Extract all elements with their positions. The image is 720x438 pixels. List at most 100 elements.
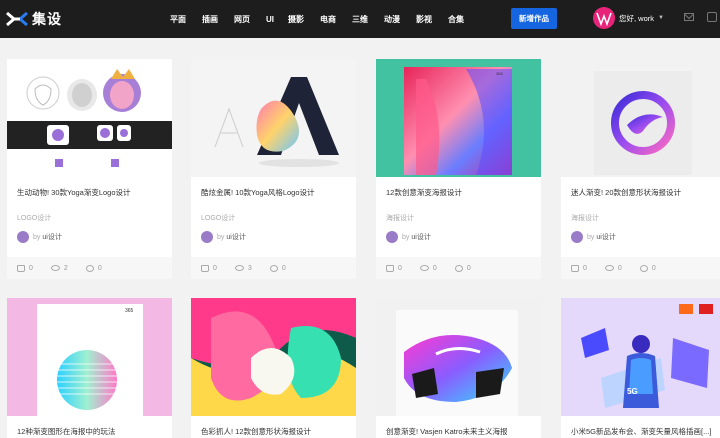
badge-5g-text: 5G: [627, 387, 638, 396]
comment-count[interactable]: 0: [85, 264, 102, 272]
work-card[interactable]: 迷人渐变! 20款创意形状海报设计 海报设计 by ui设计 0 0 0: [561, 59, 720, 279]
site-logo[interactable]: 集设: [6, 9, 62, 29]
like-count[interactable]: 0: [386, 264, 402, 272]
author-by-label: by: [217, 233, 225, 241]
card-title[interactable]: 色彩抓人! 12款创意形状海报设计: [201, 426, 311, 437]
nav-item-ecommerce[interactable]: 电商: [320, 14, 336, 25]
card-title[interactable]: 生动动物! 30款Yoga渐变Logo设计: [17, 187, 131, 198]
thumbnail-image: [396, 310, 518, 416]
upload-work-button[interactable]: 新增作品: [511, 8, 557, 29]
mail-icon[interactable]: [684, 13, 694, 21]
card-author[interactable]: by ui设计: [201, 231, 246, 243]
eye-icon: [419, 265, 429, 271]
view-count: 2: [50, 264, 68, 272]
work-card[interactable]: 5G 小米5G新品发布会、渐变矢量风格插画[...]: [561, 298, 720, 438]
nav-item-web[interactable]: 网页: [234, 14, 250, 25]
author-avatar: [17, 231, 29, 243]
card-thumbnail[interactable]: [191, 59, 356, 177]
thumbnail-image: [7, 69, 172, 177]
author-name[interactable]: ui设计: [411, 232, 430, 242]
like-count-value: 0: [29, 264, 33, 272]
poster-365-text: 365: [125, 308, 134, 314]
like-count[interactable]: 0: [17, 264, 33, 272]
main-nav: 平面 插画 网页 UI 摄影 电商 三维 动漫 影视 合集: [170, 0, 480, 38]
eye-icon: [234, 265, 244, 271]
nav-item-ui[interactable]: UI: [266, 15, 274, 24]
like-count[interactable]: 0: [571, 264, 587, 272]
work-card[interactable]: 365 12款创意渐变海报设计 海报设计 by ui设计 0 0 0: [376, 59, 541, 279]
comment-count-value: 0: [466, 264, 471, 272]
card-title[interactable]: 小米5G新品发布会、渐变矢量风格插画[...]: [571, 426, 711, 437]
view-count-value: 0: [617, 264, 622, 272]
thumbnail-image: [594, 71, 692, 175]
card-thumbnail[interactable]: [191, 298, 356, 416]
view-count-value: 3: [247, 264, 252, 272]
view-count-value: 0: [432, 264, 437, 272]
work-card[interactable]: 创意渐变! Vasjen Katro未来主义海报: [376, 298, 541, 438]
view-count: 3: [234, 264, 252, 272]
comment-icon: [269, 264, 278, 272]
card-thumbnail[interactable]: 365: [376, 59, 541, 177]
nav-item-graphic[interactable]: 平面: [170, 14, 186, 25]
comment-icon: [85, 264, 94, 272]
notification-icon[interactable]: [707, 12, 717, 22]
author-avatar: [571, 231, 583, 243]
card-thumbnail[interactable]: 5G: [561, 298, 720, 416]
thumbnail-image: 5G: [561, 298, 720, 416]
card-author[interactable]: by ui设计: [17, 231, 62, 243]
work-card[interactable]: 色彩抓人! 12款创意形状海报设计: [191, 298, 356, 438]
card-title[interactable]: 酷炫金属! 10款Yoga风格Logo设计: [201, 187, 315, 198]
card-title[interactable]: 12款创意渐变海报设计: [386, 187, 462, 198]
nav-item-animation[interactable]: 动漫: [384, 14, 400, 25]
eye-icon: [604, 265, 614, 271]
comment-count[interactable]: 0: [269, 264, 286, 272]
avatar-w-icon: [596, 12, 612, 27]
card-stats: 0 3 0: [191, 257, 356, 279]
comment-count[interactable]: 0: [639, 264, 656, 272]
author-name[interactable]: ui设计: [42, 232, 61, 242]
author-avatar: [386, 231, 398, 243]
author-avatar: [201, 231, 213, 243]
logo-text: 集设: [32, 11, 62, 27]
work-card[interactable]: 酷炫金属! 10款Yoga风格Logo设计 LOGO设计 by ui设计 0 3…: [191, 59, 356, 279]
comment-icon: [639, 264, 648, 272]
card-title[interactable]: 迷人渐变! 20款创意形状海报设计: [571, 187, 681, 198]
view-count-value: 2: [63, 264, 68, 272]
thumbs-up-icon: [17, 264, 25, 272]
comment-icon: [454, 264, 463, 272]
work-card[interactable]: 365 12种渐变图形在海报中的玩法: [7, 298, 172, 438]
card-author[interactable]: by ui设计: [571, 231, 616, 243]
nav-item-illustration[interactable]: 插画: [202, 14, 218, 25]
card-thumbnail[interactable]: [7, 59, 172, 177]
nav-item-photo[interactable]: 摄影: [288, 14, 304, 25]
card-title[interactable]: 创意渐变! Vasjen Katro未来主义海报: [386, 426, 508, 437]
nav-item-collection[interactable]: 合集: [448, 14, 464, 25]
card-stats: 0 0 0: [561, 257, 720, 279]
card-tag[interactable]: 海报设计: [571, 213, 599, 223]
thumbnail-image: [191, 298, 356, 416]
comment-count[interactable]: 0: [454, 264, 471, 272]
nav-item-3d[interactable]: 三维: [352, 14, 368, 25]
card-tag[interactable]: LOGO设计: [201, 213, 235, 223]
like-count-value: 0: [583, 264, 587, 272]
view-count: 0: [604, 264, 622, 272]
card-thumbnail[interactable]: 365: [7, 298, 172, 416]
thumbnail-image: [214, 77, 339, 167]
card-stats: 0 2 0: [7, 257, 172, 279]
logo-mark-icon: [6, 11, 28, 27]
author-name[interactable]: ui设计: [596, 232, 615, 242]
user-avatar[interactable]: [593, 7, 615, 29]
comment-count-value: 0: [97, 264, 102, 272]
card-tag[interactable]: LOGO设计: [17, 213, 51, 223]
card-thumbnail[interactable]: [376, 298, 541, 416]
card-title[interactable]: 12种渐变图形在海报中的玩法: [17, 426, 115, 437]
work-card[interactable]: 生动动物! 30款Yoga渐变Logo设计 LOGO设计 by ui设计 0 2…: [7, 59, 172, 279]
user-menu[interactable]: 您好, work ▼: [593, 6, 664, 30]
like-count[interactable]: 0: [201, 264, 217, 272]
card-author[interactable]: by ui设计: [386, 231, 431, 243]
author-name[interactable]: ui设计: [226, 232, 245, 242]
poster-365-text: 365: [496, 71, 503, 76]
card-tag[interactable]: 海报设计: [386, 213, 414, 223]
card-thumbnail[interactable]: [561, 59, 720, 177]
nav-item-film[interactable]: 影视: [416, 14, 432, 25]
